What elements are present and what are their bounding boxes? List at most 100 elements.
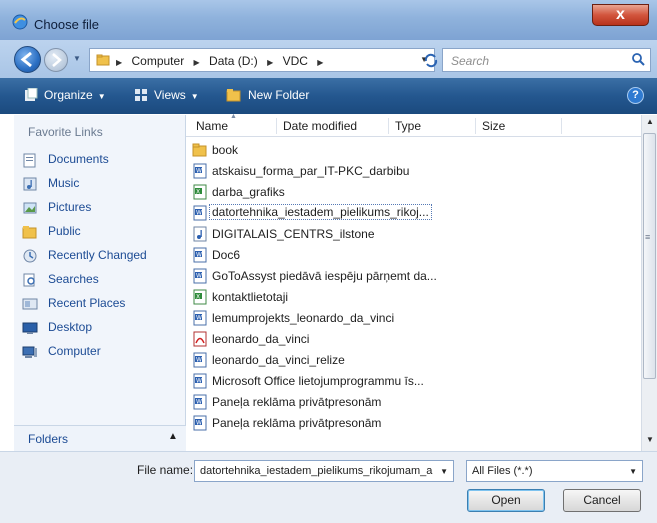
- file-row[interactable]: leonardo_da_vinci: [192, 329, 482, 350]
- breadcrumb-data-drive[interactable]: Data (D:): [209, 54, 258, 68]
- file-row[interactable]: X kontaktlietotaji: [192, 287, 482, 308]
- breadcrumb-vdc[interactable]: VDC: [283, 54, 308, 68]
- folder-icon: [96, 54, 110, 66]
- refresh-icon[interactable]: [423, 52, 439, 68]
- file-type-filter[interactable]: All Files (*.*) ▼: [466, 460, 643, 482]
- documents-icon: [23, 153, 36, 168]
- word-doc-icon: W: [193, 205, 207, 221]
- vertical-scrollbar[interactable]: ▲ ≡ ▼: [641, 115, 657, 451]
- folders-toggle[interactable]: Folders ▲: [14, 425, 186, 451]
- favorite-documents[interactable]: Documents: [22, 149, 182, 171]
- close-button[interactable]: x: [592, 4, 649, 26]
- favorite-desktop[interactable]: Desktop: [22, 317, 182, 339]
- title-bar: Choose file x: [0, 0, 657, 40]
- column-divider[interactable]: [561, 118, 562, 134]
- favorite-public[interactable]: Public: [22, 221, 182, 243]
- favorite-recently-changed[interactable]: Recently Changed: [22, 245, 182, 267]
- forward-button[interactable]: [44, 48, 68, 72]
- favorite-music[interactable]: Music: [22, 173, 182, 195]
- search-input[interactable]: Search: [424, 48, 651, 72]
- column-divider[interactable]: [475, 118, 476, 134]
- file-row[interactable]: DIGITALAIS_CENTRS_ilstone: [192, 224, 482, 245]
- favorite-label: Pictures: [48, 200, 92, 214]
- svg-text:X: X: [196, 189, 200, 196]
- file-name-field[interactable]: datortehnika_iestadem_pielikums_rikojuma…: [194, 460, 454, 482]
- file-type-value: All Files (*.*): [472, 465, 533, 477]
- svg-text:W: W: [196, 378, 202, 385]
- chevron-right-icon[interactable]: ▶: [194, 58, 200, 67]
- file-row[interactable]: W Paneļa reklāma privātpresonām: [192, 392, 482, 413]
- file-row[interactable]: W lemumprojekts_leonardo_da_vinci: [192, 308, 482, 329]
- search-icon[interactable]: [630, 52, 646, 68]
- cancel-button[interactable]: Cancel: [563, 489, 641, 512]
- word-doc-icon: W: [193, 394, 207, 410]
- file-row[interactable]: W Doc6: [192, 245, 482, 266]
- column-size[interactable]: Size: [482, 119, 505, 133]
- excel-icon: X: [193, 184, 207, 200]
- word-doc-icon: W: [193, 415, 207, 431]
- favorite-pictures[interactable]: Pictures: [22, 197, 182, 219]
- chevron-down-icon[interactable]: ▼: [629, 467, 637, 476]
- file-row[interactable]: W Microsoft Office lietojumprogrammu īs.…: [192, 371, 482, 392]
- folders-label: Folders: [28, 432, 69, 446]
- address-row: ▼ ▶ Computer ▶ Data (D:) ▶ VDC ▶ ▼ Searc…: [0, 40, 657, 78]
- address-bar[interactable]: ▶ Computer ▶ Data (D:) ▶ VDC ▶ ▼: [89, 48, 435, 72]
- svg-text:W: W: [196, 273, 202, 280]
- open-button[interactable]: Open: [467, 489, 545, 512]
- column-date-modified[interactable]: Date modified: [283, 119, 357, 133]
- column-divider[interactable]: [276, 118, 277, 134]
- organize-menu[interactable]: Organize ▼: [24, 87, 106, 102]
- column-divider[interactable]: [388, 118, 389, 134]
- file-name-value: datortehnika_iestadem_pielikums_rikojuma…: [200, 465, 433, 477]
- organize-icon: [25, 87, 38, 101]
- back-button[interactable]: [14, 46, 41, 73]
- file-name: Doc6: [212, 248, 241, 262]
- scroll-grip-icon: ≡: [645, 232, 651, 242]
- pdf-icon: [193, 331, 207, 347]
- chevron-down-icon[interactable]: ▼: [440, 467, 448, 476]
- file-row-selected[interactable]: W datortehnika_iestadem_pielikums_rikoj.…: [192, 203, 482, 224]
- file-row[interactable]: W Paneļa reklāma privātpresonām: [192, 413, 482, 434]
- public-folder-icon: [22, 226, 37, 239]
- search-placeholder: Search: [451, 54, 490, 68]
- file-row[interactable]: W leonardo_da_vinci_relize: [192, 350, 482, 371]
- forward-arrow-icon: [52, 53, 62, 67]
- favorite-computer[interactable]: Computer: [22, 341, 182, 363]
- navigation-pane: Favorite Links Documents Music Pictures …: [14, 115, 186, 451]
- file-row[interactable]: X darba_grafiks: [192, 182, 482, 203]
- scroll-up-icon[interactable]: ▲: [646, 117, 654, 126]
- file-row[interactable]: W GoToAssyst piedāvā iespēju pārņemt da.…: [192, 266, 482, 287]
- svg-text:W: W: [196, 399, 202, 406]
- new-folder-button[interactable]: New Folder: [226, 88, 309, 102]
- searches-icon: [23, 273, 35, 287]
- scroll-thumb[interactable]: [643, 133, 656, 379]
- scroll-down-icon[interactable]: ▼: [646, 435, 654, 444]
- views-icon: [135, 89, 147, 101]
- svg-text:W: W: [196, 210, 202, 217]
- favorite-searches[interactable]: Searches: [22, 269, 182, 291]
- file-name: book: [212, 143, 239, 157]
- file-row[interactable]: W atskaisu_forma_par_IT-PKC_darbibu: [192, 161, 482, 182]
- breadcrumb-computer[interactable]: Computer: [132, 54, 185, 68]
- svg-text:X: X: [196, 294, 200, 301]
- chevron-right-icon[interactable]: ▶: [267, 58, 273, 67]
- views-menu[interactable]: Views ▼: [134, 88, 199, 102]
- file-name: GoToAssyst piedāvā iespēju pārņemt da...: [212, 269, 437, 283]
- favorite-label: Recently Changed: [48, 248, 147, 262]
- computer-icon: [22, 346, 37, 358]
- back-arrow-icon: [20, 51, 32, 68]
- help-button[interactable]: ?: [627, 87, 644, 104]
- music-icon: [23, 177, 37, 191]
- file-row[interactable]: book: [192, 140, 482, 161]
- favorite-label: Searches: [48, 272, 99, 286]
- audio-file-icon: [193, 226, 207, 242]
- folder-icon: [192, 143, 207, 157]
- svg-text:W: W: [196, 168, 202, 175]
- file-name: lemumprojekts_leonardo_da_vinci: [212, 311, 395, 325]
- recent-pages-dropdown[interactable]: ▼: [73, 54, 83, 64]
- favorite-links-header: Favorite Links: [28, 125, 103, 139]
- column-name[interactable]: Name: [196, 119, 228, 133]
- chevron-right-icon[interactable]: ▶: [317, 58, 323, 67]
- favorite-recent-places[interactable]: Recent Places: [22, 293, 182, 315]
- column-type[interactable]: Type: [395, 119, 421, 133]
